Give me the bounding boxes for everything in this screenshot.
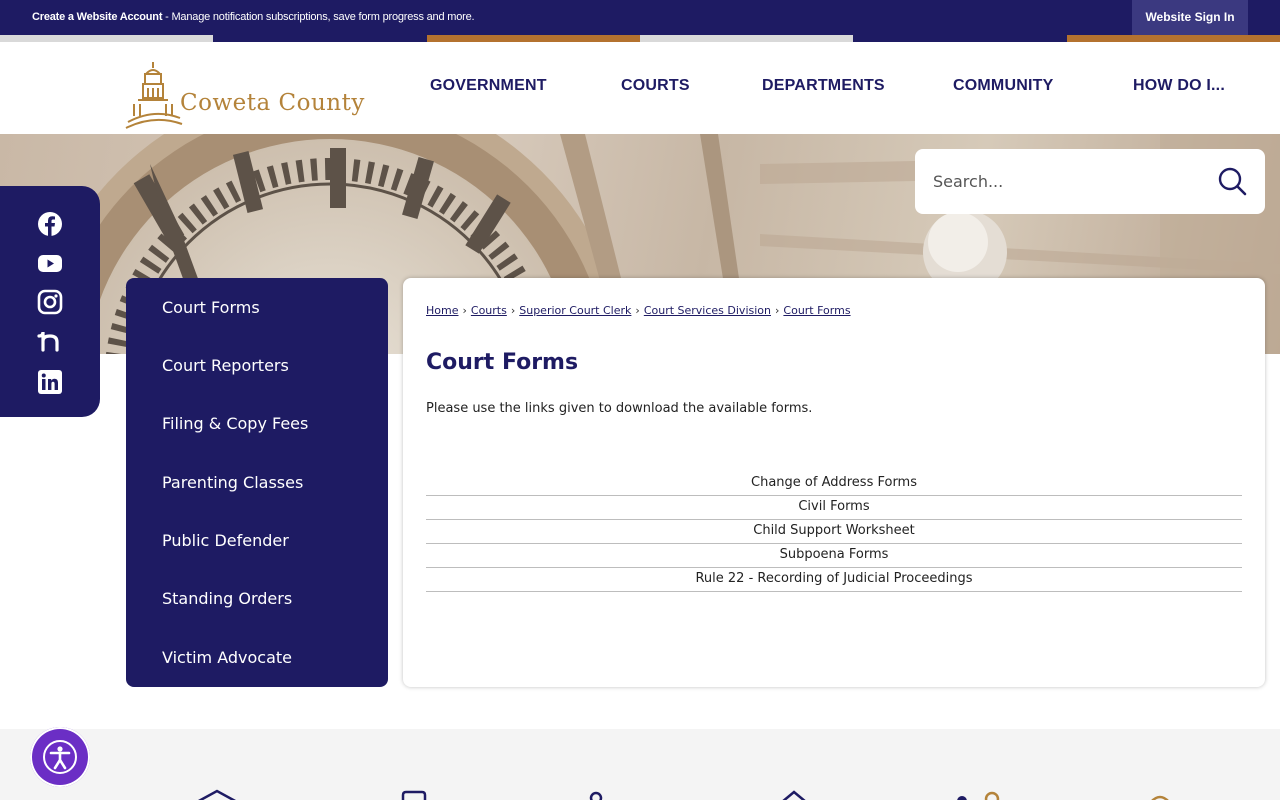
search-input[interactable]: [933, 167, 1203, 195]
nav-community[interactable]: COMMUNITY: [953, 77, 1053, 95]
nav-government[interactable]: GOVERNMENT: [430, 77, 547, 95]
form-link-rule-22[interactable]: Rule 22 - Recording of Judicial Proceedi…: [426, 568, 1242, 592]
page-title: Court Forms: [426, 350, 579, 375]
create-account-link[interactable]: Create a Website Account: [32, 11, 162, 23]
stripe: [426, 35, 640, 42]
account-message[interactable]: Create a Website Account - Manage notifi…: [32, 11, 475, 23]
people-icon[interactable]: [950, 789, 1004, 800]
breadcrumb: Home › Courts › Superior Court Clerk › Court S…: [426, 304, 851, 317]
sidenav-item-standing-orders[interactable]: Standing Orders: [162, 589, 292, 608]
form-link-civil[interactable]: Civil Forms: [426, 496, 1242, 520]
footer-quick-links: [0, 729, 1280, 800]
breadcrumb-courts[interactable]: Courts: [471, 304, 507, 317]
courthouse-icon: [125, 62, 183, 129]
form-link-child-support-worksheet[interactable]: Child Support Worksheet: [426, 520, 1242, 544]
site-header: Coweta County GOVERNMENT COURTS DEPARTME…: [0, 42, 1280, 134]
logo-text: Coweta County: [180, 90, 365, 116]
search-icon[interactable]: [1217, 166, 1247, 196]
stripe: [213, 35, 427, 42]
linkedin-icon[interactable]: [37, 369, 63, 395]
social-links: [0, 186, 100, 417]
nextdoor-icon[interactable]: [37, 329, 63, 355]
breadcrumb-superior-court-clerk[interactable]: Superior Court Clerk: [519, 304, 631, 317]
sidenav-item-parenting-classes[interactable]: Parenting Classes: [162, 473, 303, 492]
form-link-change-of-address[interactable]: Change of Address Forms: [426, 472, 1242, 496]
main-content: Home › Courts › Superior Court Clerk › Court S…: [403, 278, 1265, 687]
color-stripes: [0, 35, 1280, 42]
sidenav-item-filing-copy-fees[interactable]: Filing & Copy Fees: [162, 414, 308, 433]
stripe: [853, 35, 1067, 42]
stripe: [0, 35, 214, 42]
breadcrumb-court-services-division[interactable]: Court Services Division: [644, 304, 771, 317]
sidenav-item-public-defender[interactable]: Public Defender: [162, 531, 289, 550]
instagram-icon[interactable]: [37, 289, 63, 315]
nav-departments[interactable]: DEPARTMENTS: [762, 77, 885, 95]
accessibility-button[interactable]: [30, 727, 90, 787]
breadcrumb-separator: ›: [635, 304, 640, 317]
sidenav-item-victim-advocate[interactable]: Victim Advocate: [162, 648, 292, 667]
breadcrumb-separator: ›: [462, 304, 467, 317]
stripe: [1066, 35, 1280, 42]
building-icon[interactable]: [780, 789, 808, 800]
document-icon[interactable]: [400, 789, 428, 800]
website-sign-in-button[interactable]: Website Sign In: [1132, 0, 1248, 35]
intro-text: Please use the links given to download t…: [426, 401, 813, 416]
form-link-subpoena[interactable]: Subpoena Forms: [426, 544, 1242, 568]
breadcrumb-separator: ›: [775, 304, 780, 317]
nav-how-do-i[interactable]: HOW DO I...: [1133, 77, 1225, 95]
home-icon[interactable]: [195, 789, 239, 800]
youtube-icon[interactable]: [37, 250, 63, 276]
sidenav-item-court-reporters[interactable]: Court Reporters: [162, 356, 289, 375]
accessibility-icon: [43, 740, 77, 774]
top-bar: Create a Website Account - Manage notifi…: [0, 0, 1280, 35]
section-side-nav: Court Forms Court Reporters Filing & Cop…: [126, 278, 388, 687]
breadcrumb-separator: ›: [510, 304, 516, 317]
account-message-text: - Manage notification subscriptions, sav…: [162, 11, 475, 23]
search-box: [915, 149, 1265, 214]
stripe: [639, 35, 854, 42]
nav-courts[interactable]: COURTS: [621, 77, 690, 95]
forms-list: Change of Address Forms Civil Forms Chil…: [426, 472, 1242, 592]
calendar-icon[interactable]: [1148, 789, 1172, 800]
coweta-county-logo[interactable]: Coweta County: [124, 60, 380, 130]
breadcrumb-home[interactable]: Home: [426, 304, 458, 317]
location-icon[interactable]: [588, 789, 604, 800]
facebook-icon[interactable]: [37, 211, 63, 237]
breadcrumb-court-forms[interactable]: Court Forms: [783, 304, 850, 317]
sidenav-item-court-forms[interactable]: Court Forms: [162, 298, 260, 317]
